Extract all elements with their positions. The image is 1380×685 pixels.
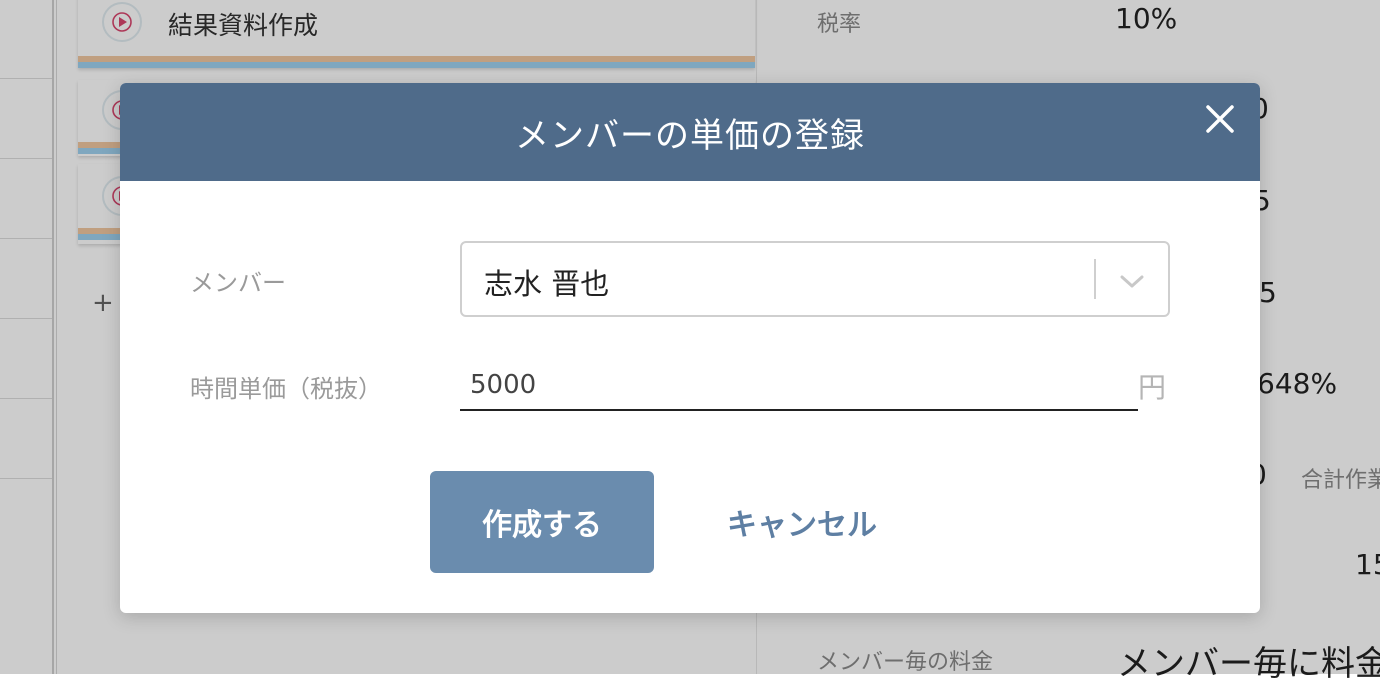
close-icon[interactable] [1202,101,1238,137]
price-field-label: 時間単価（税抜） [190,375,382,403]
create-button[interactable]: 作成する [430,471,654,573]
dialog-title: メンバーの単価の登録 [515,115,865,156]
currency-unit: 円 [1138,371,1167,404]
dialog-header: メンバーの単価の登録 [120,83,1260,181]
cancel-button[interactable]: キャンセル [706,471,898,573]
member-field-label: メンバー [190,269,286,297]
member-select[interactable]: 志水 晋也 [460,241,1170,317]
member-select-value: 志水 晋也 [484,267,610,301]
member-rate-dialog: メンバーの単価の登録 メンバー 志水 晋也 時間単価（税抜） 円 作成する キャ… [120,83,1260,613]
chevron-down-icon[interactable] [1118,267,1146,295]
hourly-rate-input[interactable] [460,361,1138,411]
select-separator [1094,259,1096,299]
